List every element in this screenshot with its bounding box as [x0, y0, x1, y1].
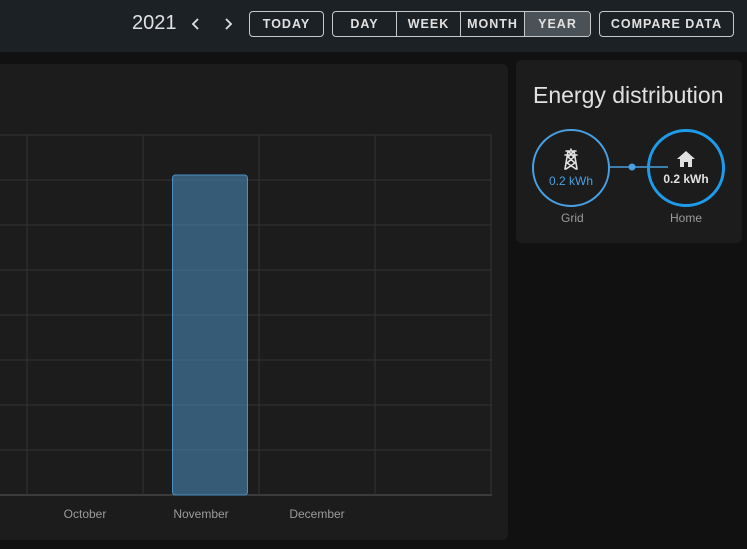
- home-icon: [677, 151, 695, 167]
- chevron-left-icon: [191, 18, 199, 30]
- energy-distribution-title: Energy distribution: [533, 82, 724, 108]
- next-period-button[interactable]: [215, 11, 241, 37]
- energy-usage-bar-chart: October November December: [0, 134, 492, 521]
- chart-x-tick-label: November: [173, 507, 228, 521]
- home-value: 0.2 kWh: [663, 172, 709, 186]
- compare-data-button[interactable]: COMPARE DATA: [599, 11, 734, 37]
- period-month-button[interactable]: MONTH: [461, 12, 525, 36]
- energy-distribution-card: Energy distribution 0.2 kWh Grid 0.2 kWh…: [516, 60, 742, 243]
- chart-x-tick-label: December: [289, 507, 344, 521]
- previous-period-button[interactable]: [183, 11, 209, 37]
- flow-dot: [628, 163, 636, 171]
- chevron-right-icon: [225, 18, 233, 30]
- transmission-tower-icon: [564, 148, 578, 170]
- period-selector: DAY WEEK MONTH YEAR: [332, 11, 591, 37]
- chart-bar: [172, 174, 248, 496]
- chart-x-tick-label: October: [64, 507, 107, 521]
- grid-node[interactable]: 0.2 kWh: [532, 129, 610, 207]
- period-label: 2021: [132, 12, 177, 34]
- energy-usage-chart-card: October November December: [0, 64, 508, 540]
- home-node[interactable]: 0.2 kWh: [647, 129, 725, 207]
- top-toolbar: 2021 TODAY DAY WEEK MONTH YEAR COMPARE D…: [0, 0, 747, 52]
- period-week-button[interactable]: WEEK: [397, 12, 461, 36]
- period-day-button[interactable]: DAY: [333, 12, 397, 36]
- grid-value: 0.2 kWh: [548, 174, 593, 188]
- period-year-button[interactable]: YEAR: [525, 12, 590, 36]
- grid-label: Grid: [561, 211, 584, 225]
- today-button[interactable]: TODAY: [249, 11, 324, 37]
- home-label: Home: [670, 211, 703, 225]
